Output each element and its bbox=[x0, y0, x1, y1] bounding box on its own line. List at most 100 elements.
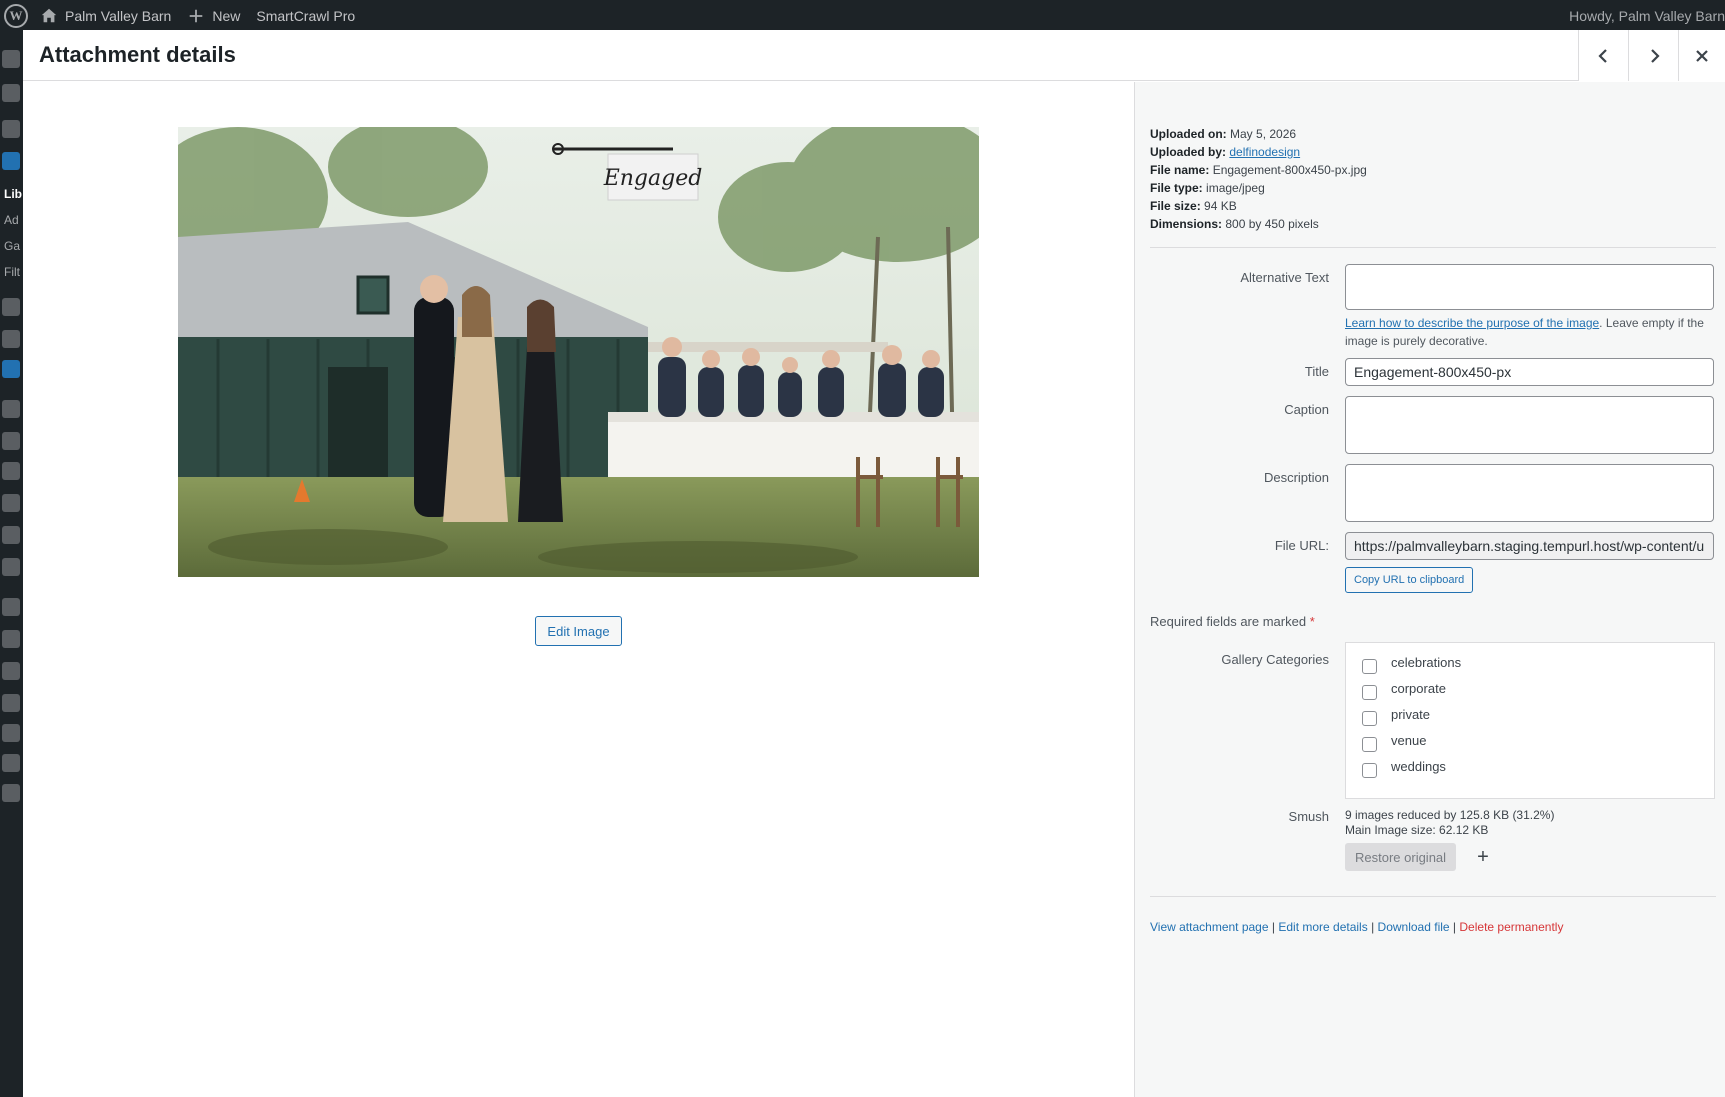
site-name: Palm Valley Barn bbox=[65, 8, 172, 24]
category-checkbox[interactable] bbox=[1362, 762, 1377, 778]
chevron-left-icon bbox=[1597, 48, 1607, 63]
category-item[interactable]: celebrations bbox=[1362, 652, 1461, 674]
smush-label: Smush bbox=[1288, 809, 1329, 824]
smartcrawl-menu[interactable]: SmartCrawl Pro bbox=[256, 8, 355, 24]
restore-original-button[interactable]: Restore original bbox=[1345, 843, 1457, 871]
wordpress-logo-icon[interactable]: W bbox=[4, 4, 28, 28]
file-url-label: File URL: bbox=[1274, 538, 1329, 553]
menu-partial-filter[interactable]: Filt bbox=[4, 265, 20, 279]
file-type-label: File type: bbox=[1150, 181, 1203, 195]
uploaded-on-label: Uploaded on: bbox=[1150, 127, 1227, 141]
uploaded-on-row: Uploaded on: May 5, 2026 bbox=[1150, 125, 1367, 143]
menu-partial-gallery[interactable]: Ga bbox=[4, 239, 20, 253]
divi-icon[interactable] bbox=[2, 630, 20, 648]
plugin-menu-icon[interactable] bbox=[2, 84, 20, 102]
edit-image-button[interactable]: Edit Image bbox=[535, 616, 622, 646]
edit-more-details-link[interactable]: Edit more details bbox=[1278, 920, 1367, 934]
menu-partial-add[interactable]: Ad bbox=[4, 213, 19, 227]
title-field[interactable] bbox=[1345, 358, 1714, 386]
admin-bar: W Palm Valley Barn New SmartCrawl Pro Ho… bbox=[0, 0, 1725, 32]
plugins-icon[interactable] bbox=[2, 432, 20, 450]
tag-icon[interactable] bbox=[2, 754, 20, 772]
sign-text: Engaged bbox=[603, 166, 703, 191]
category-item[interactable]: venue bbox=[1362, 730, 1427, 752]
previous-media-button[interactable] bbox=[1578, 30, 1628, 81]
close-modal-button[interactable] bbox=[1678, 30, 1725, 81]
calendar-icon[interactable] bbox=[2, 360, 20, 378]
category-checkbox[interactable] bbox=[1362, 684, 1377, 700]
description-field[interactable] bbox=[1345, 464, 1714, 522]
next-media-button[interactable] bbox=[1628, 30, 1678, 81]
file-name-label: File name: bbox=[1150, 163, 1210, 177]
category-label: venue bbox=[1391, 732, 1427, 748]
uploaded-by-row: Uploaded by: delfinodesign bbox=[1150, 143, 1367, 161]
refresh-icon[interactable] bbox=[2, 558, 20, 576]
settings-icon[interactable] bbox=[2, 526, 20, 544]
compass-icon[interactable] bbox=[2, 724, 20, 742]
file-size-row: File size: 94 KB bbox=[1150, 197, 1367, 215]
collapse-icon[interactable] bbox=[2, 784, 20, 802]
shield-icon[interactable] bbox=[2, 662, 20, 680]
attachment-details-modal: Attachment details Engaged Edit Image Up… bbox=[23, 30, 1725, 1097]
delete-permanently-link[interactable]: Delete permanently bbox=[1459, 920, 1563, 934]
smush-stats: 9 images reduced by 125.8 KB (31.2%) Mai… bbox=[1345, 808, 1554, 838]
category-checkbox[interactable] bbox=[1362, 736, 1377, 752]
appearance-icon[interactable] bbox=[2, 400, 20, 418]
attachment-details-panel: Uploaded on: May 5, 2026 Uploaded by: de… bbox=[1134, 82, 1725, 1097]
category-checkbox[interactable] bbox=[1362, 710, 1377, 726]
file-type-value: image/jpeg bbox=[1206, 181, 1265, 195]
required-star: * bbox=[1309, 614, 1315, 629]
smartcrawl-label: SmartCrawl Pro bbox=[256, 8, 356, 24]
file-name-value: Engagement-800x450-px.jpg bbox=[1212, 163, 1367, 177]
users-icon[interactable] bbox=[2, 462, 20, 480]
dimensions-value: 800 by 450 pixels bbox=[1225, 217, 1319, 231]
description-label: Description bbox=[1263, 470, 1329, 485]
site-name-link[interactable]: Palm Valley Barn bbox=[40, 7, 171, 25]
alt-text-help-link[interactable]: Learn how to describe the purpose of the… bbox=[1345, 316, 1599, 330]
required-fields-note: Required fields are marked * bbox=[1150, 614, 1315, 629]
alt-text-help: Learn how to describe the purpose of the… bbox=[1345, 314, 1715, 350]
modal-header: Attachment details bbox=[23, 30, 1725, 81]
category-item[interactable]: weddings bbox=[1362, 756, 1446, 778]
howdy-account-menu[interactable]: Howdy, Palm Valley Barn bbox=[1569, 0, 1725, 32]
gallery-categories-label: Gallery Categories bbox=[1221, 652, 1329, 667]
category-label: weddings bbox=[1391, 758, 1446, 774]
seo-icon[interactable] bbox=[2, 598, 20, 616]
alt-text-field[interactable] bbox=[1345, 264, 1714, 310]
link-separator: | bbox=[1452, 920, 1457, 934]
link-separator: | bbox=[1271, 920, 1275, 934]
uploader-link[interactable]: delfinodesign bbox=[1229, 145, 1300, 159]
view-attachment-page-link[interactable]: View attachment page bbox=[1150, 920, 1269, 934]
chevron-right-icon bbox=[1650, 48, 1660, 63]
menu-partial-library[interactable]: Lib bbox=[4, 187, 22, 201]
wedding-photo-illustration: Engaged bbox=[178, 127, 979, 577]
file-url-field[interactable] bbox=[1345, 532, 1714, 560]
pin-icon[interactable] bbox=[2, 330, 20, 348]
category-item[interactable]: private bbox=[1362, 704, 1430, 726]
category-checkbox[interactable] bbox=[1362, 658, 1377, 674]
required-text: Required fields are marked bbox=[1150, 614, 1307, 629]
dimensions-label: Dimensions: bbox=[1150, 217, 1223, 231]
download-file-link[interactable]: Download file bbox=[1378, 920, 1450, 934]
category-item[interactable]: corporate bbox=[1362, 678, 1446, 700]
new-content-link[interactable]: New bbox=[187, 7, 240, 25]
new-label: New bbox=[212, 8, 241, 24]
clipboard-icon[interactable] bbox=[2, 694, 20, 712]
gallery-categories-list: celebrations corporate private venue wed… bbox=[1345, 642, 1715, 799]
category-label: corporate bbox=[1391, 680, 1446, 696]
posts-icon[interactable] bbox=[2, 120, 20, 138]
smush-expand-plus-icon[interactable]: + bbox=[1469, 843, 1497, 871]
attachment-actions: View attachment page | Edit more details… bbox=[1150, 920, 1563, 934]
dashboard-icon[interactable] bbox=[2, 50, 20, 68]
file-size-value: 94 KB bbox=[1204, 199, 1237, 213]
close-icon bbox=[1696, 49, 1708, 62]
file-size-label: File size: bbox=[1150, 199, 1201, 213]
tools-icon[interactable] bbox=[2, 494, 20, 512]
pages-icon[interactable] bbox=[2, 298, 20, 316]
title-label: Title bbox=[1304, 364, 1329, 379]
copy-url-button[interactable]: Copy URL to clipboard bbox=[1345, 567, 1474, 593]
caption-field[interactable] bbox=[1345, 396, 1714, 454]
uploaded-by-label: Uploaded by: bbox=[1150, 145, 1227, 159]
smush-main-size-text: Main Image size: 62.12 KB bbox=[1345, 823, 1489, 837]
media-icon[interactable] bbox=[2, 152, 20, 170]
